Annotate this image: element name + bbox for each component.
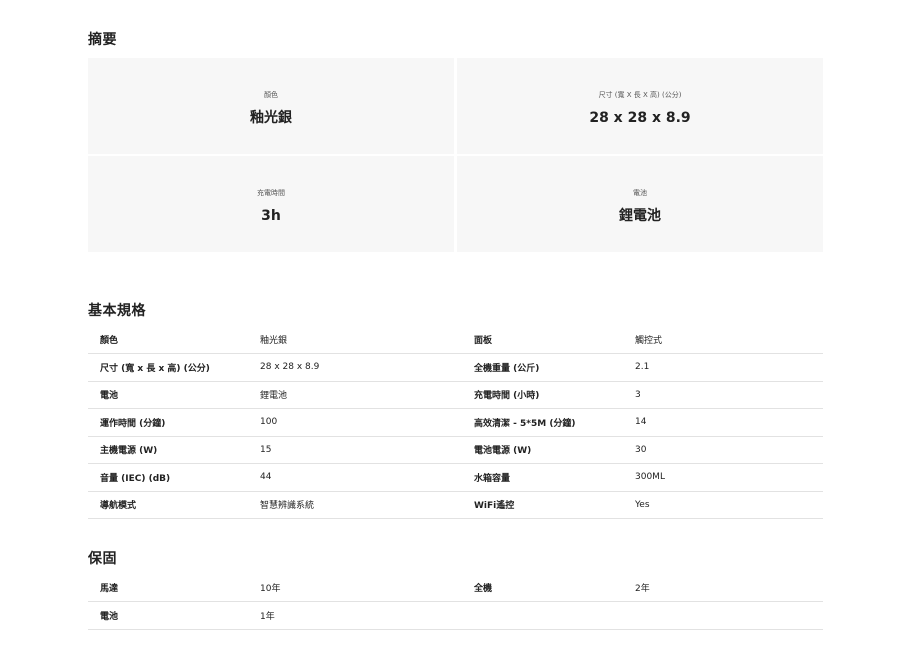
spec-value: 鋰電池 (248, 381, 462, 409)
spec-value: 1年 (248, 601, 462, 630)
table-row: 顏色 釉光銀 面板 觸控式 (88, 326, 823, 354)
summary-label: 尺寸 (寬 X 長 X 高) (公分) (598, 91, 682, 99)
warranty-heading: 保固 (88, 551, 117, 567)
spec-key: WiFi遙控 (462, 491, 623, 519)
table-row: 尺寸 (寬 x 長 x 高) (公分) 28 x 28 x 8.9 全機重量 (公斤… (88, 353, 823, 382)
summary-cell-dimensions: 尺寸 (寬 X 長 X 高) (公分) 28 x 28 x 8.9 (457, 58, 823, 154)
summary-cell-battery: 電池 鋰電池 (457, 156, 823, 252)
spec-key: 顏色 (88, 326, 248, 354)
basic-specs-table: 顏色 釉光銀 面板 觸控式 尺寸 (寬 x 長 x 高) (公分) 28 x 28 x 8… (88, 326, 823, 519)
summary-label: 顏色 (264, 91, 278, 99)
spec-key: 導航模式 (88, 491, 248, 519)
spec-key: 電池 (88, 381, 248, 409)
spec-value (623, 601, 823, 630)
spec-key: 高效清潔 - 5*5M (分鐘) (462, 408, 623, 437)
spec-value: 30 (623, 436, 823, 464)
table-row: 電池 1年 (88, 601, 823, 630)
spec-value: 15 (248, 436, 462, 464)
spec-value: 2.1 (623, 353, 823, 382)
spec-value: 釉光銀 (248, 326, 462, 354)
warranty-table: 馬達 10年 全機 2年 電池 1年 (88, 574, 823, 630)
spec-value: 300ML (623, 463, 823, 492)
summary-value: 鋰電池 (619, 208, 661, 224)
spec-key: 全機 (462, 574, 623, 602)
summary-value: 釉光銀 (250, 110, 292, 126)
spec-value: 智慧辨識系統 (248, 491, 462, 519)
summary-cell-charge-time: 充電時間 3h (88, 156, 454, 252)
spec-key: 充電時間 (小時) (462, 381, 623, 409)
spec-key: 電池 (88, 601, 248, 630)
spec-key: 全機重量 (公斤) (462, 353, 623, 382)
table-row: 運作時間 (分鐘) 100 高效清潔 - 5*5M (分鐘) 14 (88, 408, 823, 437)
spec-key: 面板 (462, 326, 623, 354)
table-row: 馬達 10年 全機 2年 (88, 574, 823, 602)
table-row: 音量 (IEC) (dB) 44 水箱容量 300ML (88, 463, 823, 492)
table-row: 導航模式 智慧辨識系統 WiFi遙控 Yes (88, 491, 823, 519)
spec-key: 音量 (IEC) (dB) (88, 463, 248, 492)
spec-value: 觸控式 (623, 326, 823, 354)
spec-key (462, 601, 623, 630)
spec-key: 主機電源 (W) (88, 436, 248, 464)
spec-key: 水箱容量 (462, 463, 623, 492)
spec-value: 10年 (248, 574, 462, 602)
spec-value: Yes (623, 491, 823, 519)
spec-value: 3 (623, 381, 823, 409)
table-row: 電池 鋰電池 充電時間 (小時) 3 (88, 381, 823, 409)
spec-value: 44 (248, 463, 462, 492)
summary-value: 28 x 28 x 8.9 (589, 110, 691, 126)
summary-grid: 顏色 釉光銀 尺寸 (寬 X 長 X 高) (公分) 28 x 28 x 8.9… (88, 58, 823, 252)
spec-key: 電池電源 (W) (462, 436, 623, 464)
spec-key: 尺寸 (寬 x 長 x 高) (公分) (88, 353, 248, 382)
summary-value: 3h (261, 208, 281, 224)
summary-cell-color: 顏色 釉光銀 (88, 58, 454, 154)
table-row: 主機電源 (W) 15 電池電源 (W) 30 (88, 436, 823, 464)
spec-value: 2年 (623, 574, 823, 602)
spec-key: 運作時間 (分鐘) (88, 408, 248, 437)
basic-specs-heading: 基本規格 (88, 303, 146, 319)
summary-label: 電池 (633, 189, 647, 197)
spec-value: 100 (248, 408, 462, 437)
spec-value: 14 (623, 408, 823, 437)
summary-heading: 摘要 (88, 32, 117, 48)
spec-key: 馬達 (88, 574, 248, 602)
spec-value: 28 x 28 x 8.9 (248, 353, 462, 382)
summary-label: 充電時間 (257, 189, 285, 197)
